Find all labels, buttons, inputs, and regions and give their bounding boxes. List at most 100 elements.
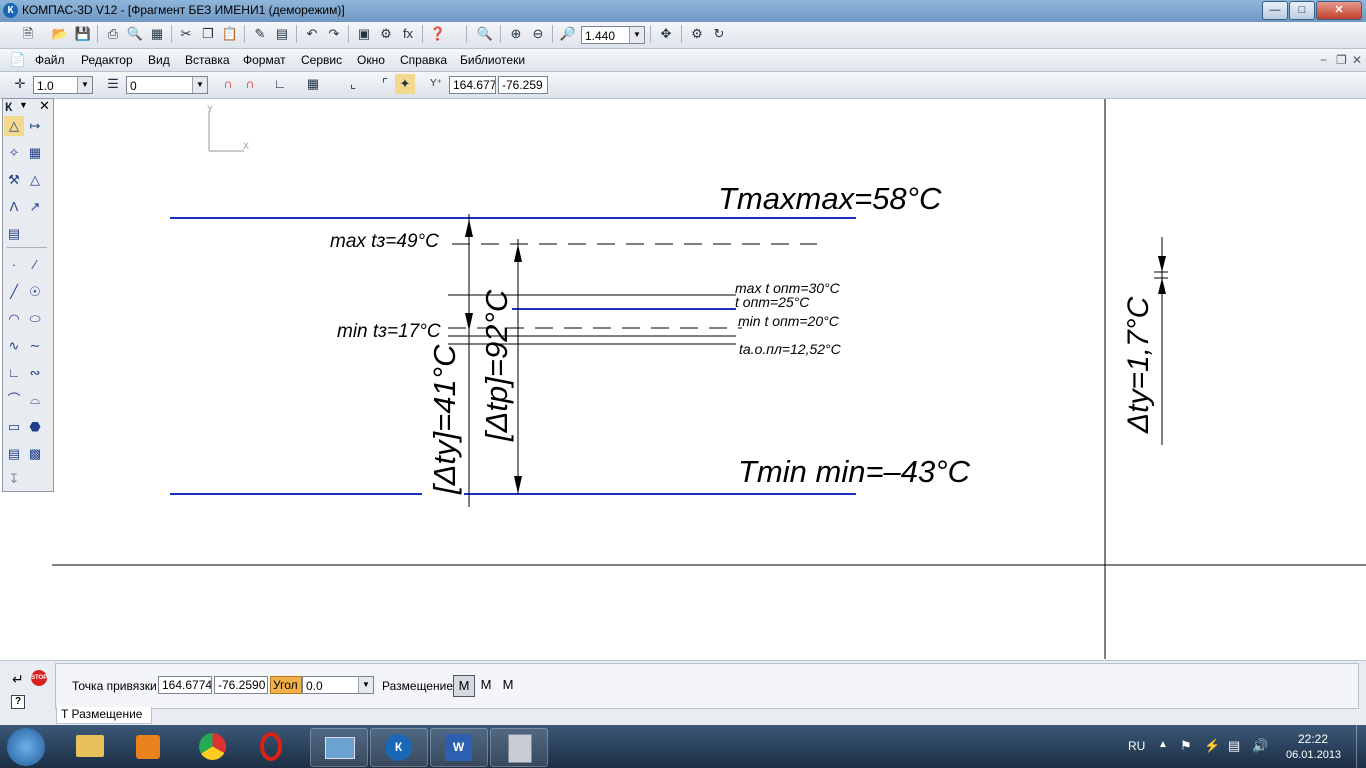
edit-icon[interactable]: ⚒ [4,170,24,190]
menu-libraries[interactable]: Библиотеки [460,53,525,67]
zoom-in-icon[interactable]: ⊕ [506,24,526,44]
cursor-icon[interactable]: ✦ [395,74,415,94]
layers-icon[interactable]: ☰ [103,74,123,94]
spec-icon[interactable]: ▤ [4,224,24,244]
help-icon[interactable]: ? [11,695,25,709]
stop-icon[interactable]: STOP [31,670,47,686]
snap-x-field[interactable]: 164.6774 [158,676,212,694]
close-icon[interactable]: ✕ [39,98,50,114]
select-icon[interactable]: ↗ [25,197,45,217]
ellipse-icon[interactable]: ⬭ [25,309,45,329]
cursor-y-field[interactable]: -76.259 [498,76,548,94]
enter-icon[interactable]: ↵ [12,671,24,688]
undo-icon[interactable]: ↶ [302,24,322,44]
layer-combo[interactable]: 0 ▼ [126,76,208,94]
doc-minimize-icon[interactable]: − [1320,53,1327,67]
ortho-mode-icon[interactable]: ⌜ [375,74,395,94]
angle-label[interactable]: Угол [270,676,302,694]
snap-y-field[interactable]: -76.2590 [214,676,268,694]
start-button-icon[interactable] [7,728,45,766]
polyline-icon[interactable]: ∟ [4,363,24,383]
variables-icon[interactable]: fx [398,24,418,44]
properties-icon[interactable]: ▦ [147,24,167,44]
menu-help[interactable]: Справка [400,53,447,67]
zoom-window-icon[interactable]: 🔍 [475,24,495,44]
show-desktop-button[interactable] [1356,725,1366,768]
doc-restore-icon[interactable]: ❐ [1336,53,1347,67]
format-painter-icon[interactable]: ✎ [250,24,270,44]
menu-window[interactable]: Окно [357,53,385,67]
zoom-out-icon[interactable]: ⊖ [528,24,548,44]
volume-icon[interactable]: 🔊 [1252,738,1268,754]
doc-close-icon[interactable]: ✕ [1352,53,1362,67]
segment-icon[interactable]: ╱ [4,282,24,302]
step-combo[interactable]: 1.0 ▼ [33,76,93,94]
fill-icon[interactable]: ▩ [25,444,45,464]
auxiliary-line-icon[interactable]: ∕ [25,255,45,275]
kompas-taskbar-icon[interactable]: К [370,728,428,767]
library-icon[interactable]: ⚙ [376,24,396,44]
angle-combo[interactable]: 0.0 ▼ [302,676,374,694]
network-icon[interactable]: ▤ [1228,738,1240,754]
redo-icon[interactable]: ↷ [324,24,344,44]
media-player-icon[interactable] [120,728,176,765]
menu-insert[interactable]: Вставка [185,53,230,67]
nurbs-icon[interactable]: ∾ [25,363,45,383]
drawing-svg[interactable]: Y X Tmaxmax=58°C Tmin min=–43°C max tз=4… [52,99,1366,659]
fillet-icon[interactable]: ⌒ [4,390,24,410]
explorer-icon[interactable] [62,728,118,765]
copy-icon[interactable]: ❐ [198,24,218,44]
save-icon[interactable]: 💾 [73,24,93,44]
refresh-view-icon[interactable]: ⚙ [687,24,707,44]
chevron-down-icon[interactable]: ▼ [77,77,92,93]
symbols-icon[interactable]: ✧ [4,143,24,163]
chevron-down-icon[interactable]: ▼ [19,100,28,110]
pan-icon[interactable]: ✥ [656,24,676,44]
regenerate-icon[interactable]: ↻ [709,24,729,44]
calculator-icon[interactable] [490,728,548,767]
tab-placement[interactable]: T Размещение [56,707,152,724]
flag-icon[interactable]: ⚑ [1180,738,1192,754]
paste-icon[interactable]: 📋 [220,24,240,44]
chevron-down-icon[interactable]: ▼ [358,677,373,693]
spline-icon[interactable]: ∿ [4,336,24,356]
grid-step-icon[interactable]: ✛ [10,74,30,94]
snap-magnet-icon[interactable]: ∩ [218,74,238,94]
photo-viewer-icon[interactable] [310,728,368,767]
hatching-icon[interactable]: ▤ [4,444,24,464]
chrome-icon[interactable] [185,728,241,765]
polygon-icon[interactable]: ⬣ [25,417,45,437]
measure-icon[interactable]: Λ [4,197,24,217]
chamfer-icon[interactable]: ⌓ [25,390,45,410]
point-icon[interactable]: · [4,255,24,275]
minimize-icon[interactable]: — [1262,1,1288,20]
word-icon[interactable]: W [430,728,488,767]
chevron-down-icon[interactable]: ▼ [629,27,644,43]
ortho-icon[interactable]: ∟ [270,74,290,94]
chevron-down-icon[interactable]: ▼ [192,77,207,93]
grid-icon[interactable]: ▦ [303,74,323,94]
print-preview-icon[interactable]: 🔍 [125,24,145,44]
zoom-combo[interactable]: 1.440 ▼ [581,26,645,44]
local-cs-icon[interactable]: ⌞ [343,74,363,94]
placement-mode-1-icon[interactable]: Μ [453,675,475,697]
manager-icon[interactable]: ▣ [354,24,374,44]
placement-mode-2-icon[interactable]: Μ [476,675,496,695]
new-document-icon[interactable]: 🗎 [18,24,38,44]
menu-service[interactable]: Сервис [301,53,342,67]
opera-icon[interactable] [246,728,302,765]
menu-format[interactable]: Формат [243,53,286,67]
bezier-icon[interactable]: ∼ [25,336,45,356]
local-snap-icon[interactable]: ∩ [240,74,260,94]
parametrize-icon[interactable]: △ [25,170,45,190]
zoom-scale-icon[interactable]: 🔎 [558,24,578,44]
cursor-x-field[interactable]: 164.677 [449,76,496,94]
collect-contour-icon[interactable]: ↧ [4,469,24,489]
language-indicator[interactable]: RU [1128,739,1145,753]
dimensions-icon[interactable]: ↦ [25,116,45,136]
help-pointer-icon[interactable]: ❓ [428,24,448,44]
power-icon[interactable]: ⚡ [1204,738,1220,754]
menu-view[interactable]: Вид [148,53,170,67]
open-folder-icon[interactable]: 📂 [50,24,70,44]
drawing-canvas[interactable]: Y X Tmaxmax=58°C Tmin min=–43°C max tз=4… [52,99,1366,659]
